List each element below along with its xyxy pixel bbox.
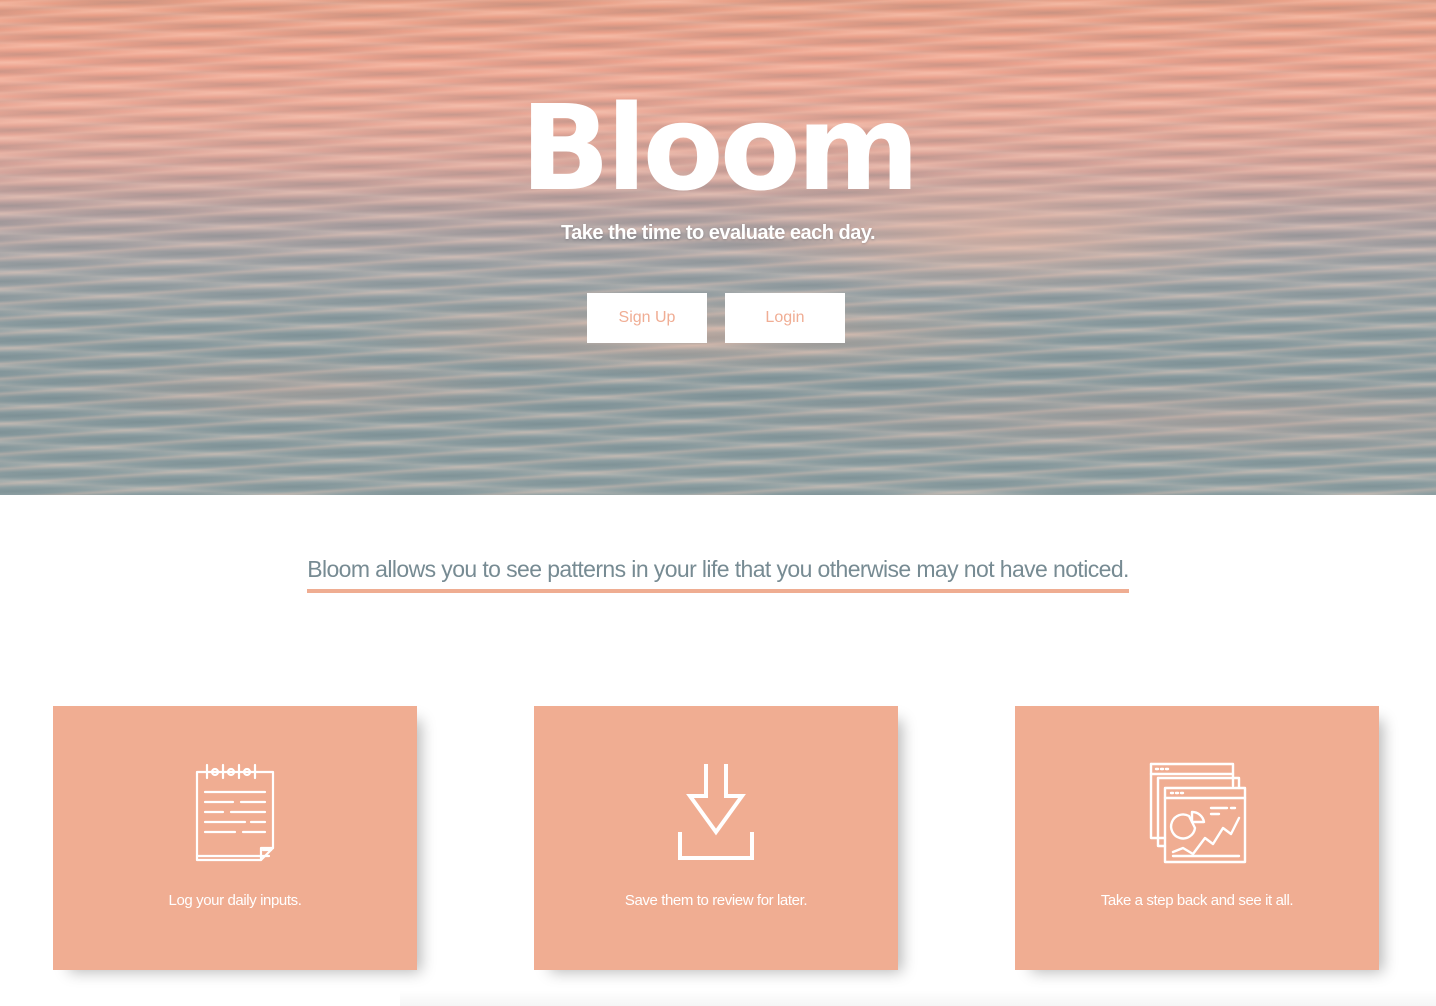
- tagline: Bloom allows you to see patterns in your…: [307, 556, 1129, 593]
- bottom-shadow-divider: [400, 990, 1436, 1006]
- hero-subtitle: Take the time to evaluate each day.: [560, 222, 876, 244]
- login-button[interactable]: Login: [725, 293, 845, 343]
- download-icon: [666, 762, 766, 866]
- feature-label: Save them to review for later.: [624, 892, 808, 909]
- sign-up-button[interactable]: Sign Up: [587, 293, 707, 343]
- sunset-glow-background: [0, 0, 1436, 495]
- feature-label: Take a step back and see it all.: [1100, 892, 1294, 909]
- feature-card-overview: Take a step back and see it all.: [1015, 706, 1379, 970]
- notepad-icon: [185, 762, 285, 866]
- feature-card-log: Log your daily inputs.: [53, 706, 417, 970]
- feature-label: Log your daily inputs.: [168, 892, 302, 909]
- analytics-dashboard-icon: [1147, 762, 1247, 866]
- hero-title: Bloom: [520, 79, 919, 217]
- tagline-container: Bloom allows you to see patterns in your…: [0, 556, 1436, 593]
- hero-section: Bloom Take the time to evaluate each day…: [0, 0, 1436, 495]
- feature-card-save: Save them to review for later.: [534, 706, 898, 970]
